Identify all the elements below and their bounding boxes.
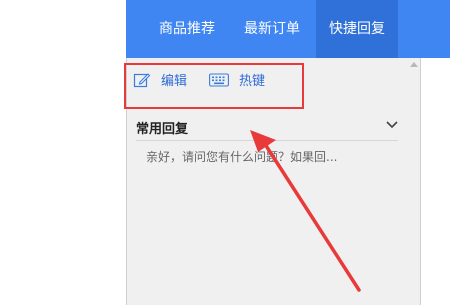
section-title: 常用回复 bbox=[136, 122, 189, 137]
tab-quick-reply[interactable]: 快捷回复 bbox=[316, 0, 398, 58]
reply-list-item[interactable]: 亲好，请问您有什么问题？如果回... bbox=[146, 148, 337, 165]
top-tab-bar: 商品推荐 最新订单 快捷回复 bbox=[126, 0, 420, 58]
tab-product-recommend[interactable]: 商品推荐 bbox=[159, 0, 215, 58]
section-divider bbox=[136, 140, 398, 141]
panel-right-border bbox=[420, 58, 421, 305]
annotation-highlight-box bbox=[124, 63, 304, 109]
tab-latest-orders[interactable]: 最新订单 bbox=[244, 0, 300, 58]
chevron-down-icon[interactable] bbox=[384, 118, 400, 132]
scroll-up-arrow[interactable] bbox=[410, 62, 418, 67]
common-replies-header[interactable]: 常用回复 bbox=[136, 118, 400, 138]
left-content-area bbox=[0, 0, 126, 58]
outer-background bbox=[420, 58, 450, 305]
